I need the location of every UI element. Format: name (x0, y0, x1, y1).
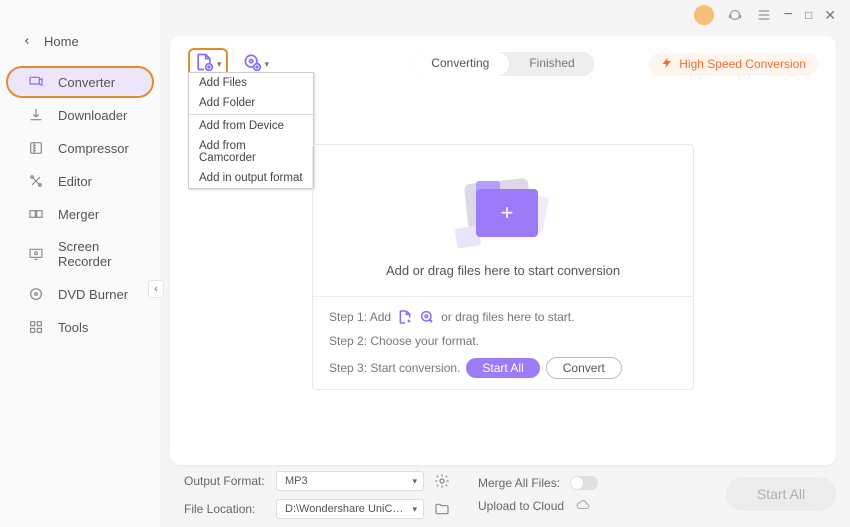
steps-panel: Step 1: Add or drag files here to start.… (313, 296, 693, 387)
conversion-tabs: Converting Finished (411, 52, 594, 76)
user-avatar[interactable] (694, 5, 714, 25)
chevron-down-icon: ▾ (412, 504, 417, 515)
step1-text-b: or drag files here to start. (441, 309, 574, 325)
high-speed-label: High Speed Conversion (679, 57, 806, 71)
bolt-icon (661, 57, 673, 72)
output-format-value: MP3 (285, 475, 308, 487)
step2-text: Step 2: Choose your format. (329, 333, 479, 349)
close-button[interactable]: ✕ (824, 7, 836, 24)
sidebar-item-label: Screen Recorder (58, 239, 144, 269)
drop-zone-text: Add or drag files here to start conversi… (386, 263, 620, 278)
menu-add-camcorder[interactable]: Add from Camcorder (189, 136, 313, 168)
sidebar-item-merger[interactable]: Merger (6, 198, 154, 230)
settings-gear-icon[interactable] (434, 473, 450, 489)
start-all-main-button[interactable]: Start All (726, 477, 836, 511)
drop-zone[interactable]: + Add or drag files here to start conver… (312, 144, 694, 390)
add-file-icon[interactable] (397, 309, 413, 325)
sidebar-item-label: Converter (58, 75, 115, 90)
menu-divider (189, 114, 313, 115)
file-location-select[interactable]: D:\Wondershare UniConverter 1 ▾ (276, 499, 424, 519)
open-folder-icon[interactable] (434, 501, 450, 517)
home-label: Home (44, 34, 79, 49)
sidebar-item-dvd-burner[interactable]: DVD Burner (6, 278, 154, 310)
sidebar-item-label: Editor (58, 174, 92, 189)
upload-cloud-label: Upload to Cloud (478, 499, 564, 513)
tab-converting[interactable]: Converting (411, 52, 509, 76)
dvd-icon (28, 286, 44, 302)
start-all-button[interactable]: Start All (466, 358, 539, 378)
output-format-label: Output Format: (184, 474, 266, 488)
sidebar-item-tools[interactable]: Tools (6, 311, 154, 343)
sidebar-item-downloader[interactable]: Downloader (6, 99, 154, 131)
collapse-sidebar-handle[interactable] (148, 280, 164, 298)
cloud-icon[interactable] (574, 498, 592, 515)
sidebar-item-label: Tools (58, 320, 88, 335)
merge-toggle[interactable] (570, 476, 598, 490)
menu-add-folder[interactable]: Add Folder (189, 93, 313, 113)
menu-add-device[interactable]: Add from Device (189, 116, 313, 136)
compressor-icon (28, 140, 44, 156)
merge-files-label: Merge All Files: (478, 476, 560, 490)
file-location-value: D:\Wondershare UniConverter 1 (285, 503, 405, 515)
editor-icon (28, 173, 44, 189)
menu-add-output[interactable]: Add in output format (189, 168, 313, 188)
high-speed-badge[interactable]: High Speed Conversion (649, 53, 818, 76)
sidebar: Home Converter Downloader Compressor Edi… (0, 0, 160, 527)
sidebar-item-compressor[interactable]: Compressor (6, 132, 154, 164)
chevron-left-icon (22, 34, 32, 49)
merger-icon (28, 206, 44, 222)
sidebar-item-screen-recorder[interactable]: Screen Recorder (6, 231, 154, 277)
sidebar-item-label: Merger (58, 207, 99, 222)
menu-add-files[interactable]: Add Files (189, 73, 313, 93)
sidebar-item-editor[interactable]: Editor (6, 165, 154, 197)
maximize-button[interactable]: □ (805, 8, 812, 22)
add-disc-icon[interactable] (419, 309, 435, 325)
step3-text: Step 3: Start conversion. (329, 360, 460, 376)
chevron-down-icon: ▾ (412, 476, 417, 487)
main-panel: ▾ ▾ Converting Finished High Speed Conve… (170, 36, 836, 465)
output-format-select[interactable]: MP3 ▾ (276, 471, 424, 491)
screen-recorder-icon (28, 246, 44, 262)
back-home[interactable]: Home (0, 28, 160, 65)
minimize-button[interactable]: − (784, 6, 793, 24)
step1-text-a: Step 1: Add (329, 309, 391, 325)
converter-icon (28, 74, 44, 90)
convert-button[interactable]: Convert (546, 357, 622, 379)
tab-finished[interactable]: Finished (509, 52, 594, 76)
tools-icon (28, 319, 44, 335)
add-dropdown-menu: Add Files Add Folder Add from Device Add… (188, 72, 314, 189)
sidebar-item-label: Compressor (58, 141, 129, 156)
chevron-down-icon: ▾ (265, 59, 270, 70)
sidebar-item-label: DVD Burner (58, 287, 128, 302)
support-icon[interactable] (726, 6, 744, 24)
download-icon (28, 107, 44, 123)
sidebar-item-label: Downloader (58, 108, 127, 123)
chevron-down-icon: ▾ (217, 59, 222, 70)
file-location-label: File Location: (184, 502, 266, 516)
folder-illustration: + (458, 175, 548, 249)
menu-icon[interactable] (756, 7, 772, 23)
sidebar-item-converter[interactable]: Converter (6, 66, 154, 98)
